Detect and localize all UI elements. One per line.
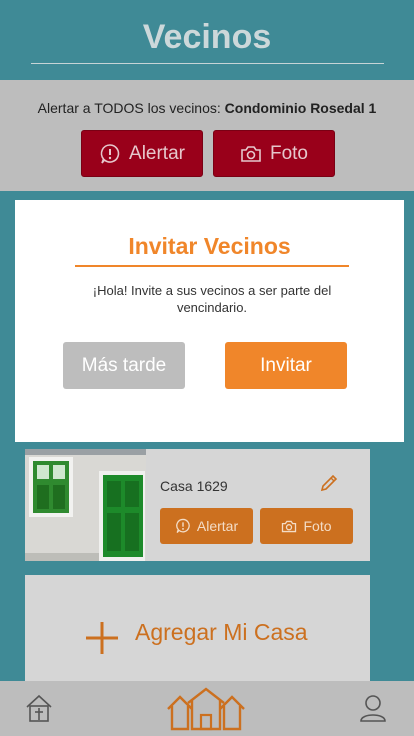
- alert-all-prefix: Alertar a TODOS los vecinos:: [37, 100, 225, 116]
- photo-all-button[interactable]: Foto: [213, 130, 335, 177]
- bottom-nav: [0, 681, 414, 736]
- edit-pencil-icon[interactable]: [319, 473, 339, 493]
- header-divider: [31, 63, 384, 64]
- app-header: Vecinos: [0, 0, 414, 80]
- houses-icon[interactable]: [165, 687, 247, 731]
- alert-all-button-label: Alertar: [129, 142, 185, 164]
- photo-all-button-label: Foto: [269, 142, 309, 164]
- alert-bubble-icon: [176, 518, 190, 533]
- later-button[interactable]: Más tarde: [63, 342, 185, 389]
- modal-title: Invitar Vecinos: [128, 233, 291, 259]
- church-icon[interactable]: [24, 693, 54, 723]
- house-alert-label: Alertar: [196, 518, 239, 534]
- add-house-label: Agregar Mi Casa: [135, 619, 308, 645]
- invite-neighbors-modal: Invitar Vecinos ¡Hola! Invite a sus veci…: [15, 200, 404, 442]
- house-photo-button[interactable]: Foto: [260, 508, 353, 544]
- add-house-card[interactable]: Agregar Mi Casa: [25, 575, 370, 685]
- camera-icon: [241, 145, 261, 162]
- camera-icon: [282, 520, 297, 532]
- alert-all-text: Alertar a TODOS los vecinos: Condominio …: [0, 100, 414, 116]
- house-photo-label: Foto: [303, 518, 332, 534]
- house-name: Casa 1629: [160, 478, 228, 494]
- alert-all-panel: Alertar a TODOS los vecinos: Condominio …: [0, 80, 414, 191]
- page-title: Vecinos: [142, 18, 272, 56]
- user-icon[interactable]: [358, 693, 388, 723]
- alert-all-button[interactable]: Alertar: [81, 130, 203, 177]
- plus-icon: [86, 622, 118, 654]
- alert-bubble-icon: [100, 143, 120, 164]
- modal-message: ¡Hola! Invite a sus vecinos a ser parte …: [92, 283, 332, 315]
- invite-button[interactable]: Invitar: [225, 342, 347, 389]
- modal-title-divider: [75, 265, 349, 267]
- house-card: Casa 1629 Alertar Foto: [25, 449, 370, 561]
- house-photo: [25, 449, 146, 561]
- community-name: Condominio Rosedal 1: [224, 100, 377, 116]
- house-alert-button[interactable]: Alertar: [160, 508, 253, 544]
